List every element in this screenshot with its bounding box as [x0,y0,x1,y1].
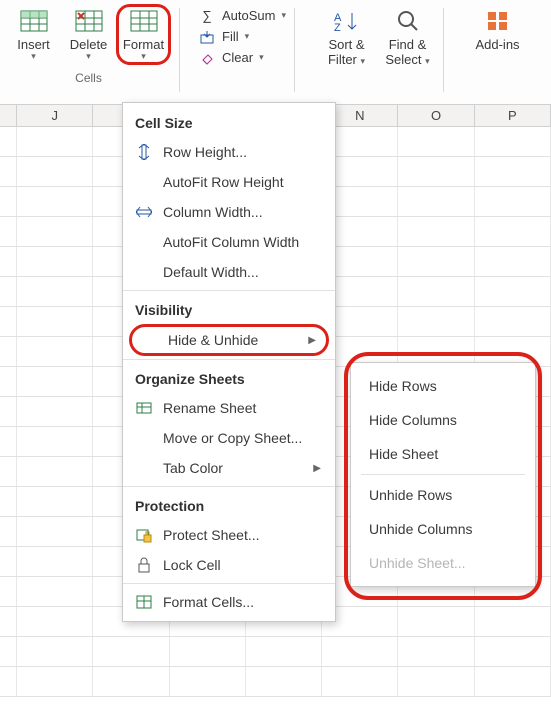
col-header[interactable]: J [17,105,93,126]
delete-button[interactable]: Delete ▾ [61,4,116,65]
format-menu: Cell Size Row Height... AutoFit Row Heig… [122,102,336,622]
menu-rename-sheet[interactable]: Rename Sheet [123,393,335,423]
search-icon [396,7,420,35]
addins-label: Add-ins [475,37,519,52]
clear-button[interactable]: Clear ▾ [198,50,286,65]
col-width-icon [133,204,155,220]
menu-lock-cell[interactable]: Lock Cell [123,550,335,580]
menu-header-visibility: Visibility [123,294,335,324]
autosum-button[interactable]: ∑ AutoSum ▾ [198,8,286,23]
chevron-down-icon: ▾ [281,10,286,21]
clear-label: Clear [222,50,253,65]
autosum-label: AutoSum [222,8,275,23]
chevron-right-icon: ▶ [308,335,320,346]
menu-format-cells[interactable]: Format Cells... [123,587,335,617]
chevron-down-icon: ▾ [425,56,430,66]
menu-column-width[interactable]: Column Width... [123,197,335,227]
find-select-button[interactable]: Find & Select ▾ [380,4,435,72]
col-header[interactable]: P [475,105,551,126]
menu-label: Move or Copy Sheet... [163,430,302,446]
submenu-unhide-rows[interactable]: Unhide Rows [351,478,535,512]
menu-autofit-row[interactable]: AutoFit Row Height [123,167,335,197]
separator [179,8,180,92]
menu-separator [123,583,335,584]
menu-separator [123,290,335,291]
col-header[interactable]: O [398,105,474,126]
menu-label: Rename Sheet [163,400,256,416]
menu-tab-color[interactable]: Tab Color ▶ [123,453,335,483]
menu-separator [123,486,335,487]
cells-group: Insert ▾ Delete ▾ Format ▾ Cells [6,4,171,85]
format-button[interactable]: Format ▾ [116,4,171,65]
eraser-icon [198,51,216,65]
menu-label: AutoFit Row Height [163,174,284,190]
menu-label: Row Height... [163,144,247,160]
menu-hide-unhide[interactable]: Hide & Unhide ▶ [129,324,329,356]
delete-icon [75,7,103,35]
submenu-separator [361,474,525,475]
insert-button[interactable]: Insert ▾ [6,4,61,65]
chevron-down-icon: ▾ [86,52,91,60]
menu-header-organize: Organize Sheets [123,363,335,393]
sort-label-2: Filter [328,52,357,67]
menu-label: AutoFit Column Width [163,234,299,250]
menu-header-cell-size: Cell Size [123,107,335,137]
chevron-down-icon: ▾ [259,52,264,63]
format-icon [130,7,158,35]
menu-label: Tab Color [163,460,223,476]
insert-icon [20,7,48,35]
submenu-unhide-sheet: Unhide Sheet... [351,546,535,580]
lock-icon [133,557,155,573]
chevron-down-icon: ▾ [141,52,146,60]
hide-unhide-submenu: Hide Rows Hide Columns Hide Sheet Unhide… [350,362,536,587]
rename-icon [133,400,155,416]
menu-row-height[interactable]: Row Height... [123,137,335,167]
chevron-down-icon: ▾ [245,31,250,42]
find-label-2: Select [385,52,421,67]
menu-label: Hide & Unhide [168,332,258,348]
menu-label: Column Width... [163,204,263,220]
cells-group-label: Cells [75,71,102,85]
chevron-right-icon: ▶ [313,463,325,474]
menu-default-width[interactable]: Default Width... [123,257,335,287]
chevron-down-icon: ▾ [31,52,36,60]
menu-header-protection: Protection [123,490,335,520]
menu-move-copy[interactable]: Move or Copy Sheet... [123,423,335,453]
sort-icon: AZ [334,7,360,35]
fill-label: Fill [222,29,239,44]
submenu-hide-sheet[interactable]: Hide Sheet [351,437,535,471]
row-height-icon [133,144,155,160]
menu-separator [123,359,335,360]
menu-label: Format Cells... [163,594,254,610]
menu-protect-sheet[interactable]: Protect Sheet... [123,520,335,550]
menu-label: Default Width... [163,264,259,280]
separator [294,8,295,92]
sigma-icon: ∑ [198,8,216,23]
addins-icon [486,7,510,35]
find-label-1: Find & [389,37,427,52]
separator [443,8,444,92]
format-cells-icon [133,594,155,610]
protect-icon [133,527,155,543]
format-label: Format [123,37,164,52]
menu-label: Lock Cell [163,557,221,573]
chevron-down-icon: ▾ [361,56,366,66]
fill-icon [198,30,216,44]
sort-label-1: Sort & [328,37,364,52]
submenu-hide-cols[interactable]: Hide Columns [351,403,535,437]
col-header-blank[interactable] [0,105,17,126]
ribbon: Insert ▾ Delete ▾ Format ▾ Cells ∑ [0,0,551,104]
insert-label: Insert [17,37,50,52]
editing-group: ∑ AutoSum ▾ Fill ▾ Clear ▾ [198,4,286,65]
menu-label: Protect Sheet... [163,527,260,543]
menu-autofit-col[interactable]: AutoFit Column Width [123,227,335,257]
fill-button[interactable]: Fill ▾ [198,29,286,44]
delete-label: Delete [70,37,108,52]
svg-text:Z: Z [334,22,341,33]
submenu-unhide-cols[interactable]: Unhide Columns [351,512,535,546]
submenu-hide-rows[interactable]: Hide Rows [351,369,535,403]
sort-filter-button[interactable]: AZ Sort & Filter ▾ [319,4,374,72]
addins-button[interactable]: Add-ins [470,4,525,57]
